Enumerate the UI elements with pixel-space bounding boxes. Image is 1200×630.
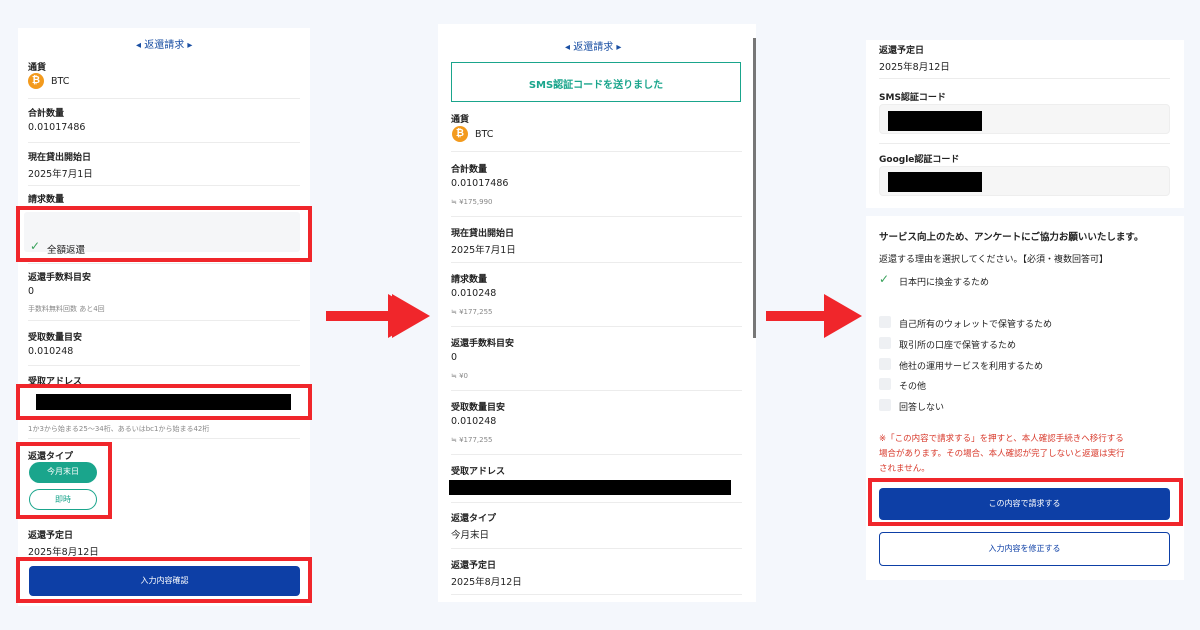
return-date-value: 2025年8月12日 <box>879 62 950 73</box>
divider <box>451 262 742 263</box>
divider <box>451 502 742 503</box>
divider <box>451 326 742 327</box>
fee-label: 返還手数料目安 <box>28 273 92 283</box>
start-date-value: 2025年7月1日 <box>451 245 516 256</box>
checkbox[interactable] <box>879 358 891 370</box>
divider <box>451 454 742 455</box>
request-amount-label: 請求数量 <box>28 195 65 205</box>
currency-label: 通貨 <box>28 63 47 73</box>
currency-value: BTC <box>475 129 494 140</box>
highlight-return-type <box>16 442 112 519</box>
divider <box>451 390 742 391</box>
highlight-confirm-button <box>16 557 312 603</box>
address-label: 受取アドレス <box>451 467 506 477</box>
btc-icon: ₿ <box>452 126 468 142</box>
google-code-label: Google認証コード <box>879 155 960 165</box>
sms-code-label: SMS認証コード <box>879 93 946 103</box>
total-value: 0.01017486 <box>28 122 86 133</box>
receive-amount-label: 受取数量目安 <box>28 333 83 343</box>
divider <box>451 594 742 595</box>
total-value: 0.01017486 <box>451 178 509 189</box>
return-type-value: 今月末日 <box>451 530 490 541</box>
sms-notice-text: SMS認証コードを送りました <box>528 80 664 91</box>
survey-option[interactable]: 取引所の口座で保管するため <box>899 338 1016 351</box>
sms-code-redacted <box>888 111 982 131</box>
survey-option[interactable]: その他 <box>899 379 926 392</box>
checkbox[interactable] <box>879 337 891 349</box>
return-date-label: 返還予定日 <box>28 531 74 541</box>
checkbox[interactable] <box>879 399 891 411</box>
return-date-value: 2025年8月12日 <box>451 577 522 588</box>
checkbox[interactable] <box>879 378 891 390</box>
warning-line-3: されません。 <box>879 464 930 474</box>
fee-value: 0 <box>28 286 35 297</box>
survey-option[interactable]: 回答しない <box>899 400 944 413</box>
start-date-label: 現在貸出開始日 <box>451 229 515 239</box>
start-date-value: 2025年7月1日 <box>28 169 93 180</box>
receive-amount-label: 受取数量目安 <box>451 403 506 413</box>
fee-note: 手数料無料回数 あと4回 <box>28 305 105 313</box>
receive-amount-value: 0.010248 <box>451 416 497 427</box>
divider <box>879 78 1170 79</box>
return-type-label: 返還タイプ <box>451 514 497 524</box>
divider <box>451 216 742 217</box>
google-code-redacted <box>888 172 982 192</box>
return-date-value: 2025年8月12日 <box>28 547 99 558</box>
divider <box>28 185 300 186</box>
check-icon: ✓ <box>879 272 890 286</box>
highlight-request-amount <box>16 206 312 262</box>
start-date-label: 現在貸出開始日 <box>28 153 92 163</box>
divider <box>28 142 300 143</box>
panel-title: ◂ 返還請求 ▸ <box>565 42 622 53</box>
warning-line-1: ※「この内容で請求する」を押すと、本人確認手続きへ移行する <box>879 434 1124 444</box>
total-label: 合計数量 <box>28 109 65 119</box>
survey-option[interactable]: 自己所有のウォレットで保管するため <box>899 317 1052 330</box>
panel-title: ◂ 返還請求 ▸ <box>136 40 193 51</box>
arrow-right-icon <box>326 294 430 338</box>
sms-notice-box: SMS認証コードを送りました <box>451 62 741 102</box>
highlight-address <box>16 384 312 420</box>
warning-line-2: 場合があります。その場合、本人確認が完了しないと返還は実行 <box>879 449 1125 459</box>
request-amount-value: 0.010248 <box>451 288 497 299</box>
edit-input-button[interactable]: 入力内容を修正する <box>879 532 1170 566</box>
divider <box>451 151 742 152</box>
total-label: 合計数量 <box>451 165 488 175</box>
divider <box>879 143 1170 144</box>
receive-amount-jpy: ≒ ¥177,255 <box>451 436 493 444</box>
fee-value: 0 <box>451 352 458 363</box>
divider <box>28 320 300 321</box>
btc-icon: ₿ <box>28 73 44 89</box>
survey-option[interactable]: 日本円に換金するため <box>899 275 989 288</box>
divider <box>28 98 300 99</box>
currency-label: 通貨 <box>451 115 470 125</box>
sms-confirm-panel: ◂ 返還請求 ▸ SMS認証コードを送りました 通貨 ₿ BTC 合計数量 0.… <box>438 24 756 602</box>
divider <box>28 263 300 264</box>
auth-section: 返還予定日 2025年8月12日 SMS認証コード Google認証コード <box>866 40 1184 208</box>
return-form-panel: ◂ 返還請求 ▸ 通貨 ₿ BTC 合計数量 0.01017486 現在貸出開始… <box>18 28 310 606</box>
divider <box>28 365 300 366</box>
divider <box>28 438 300 439</box>
total-jpy: ≒ ¥175,990 <box>451 198 493 206</box>
checkbox[interactable] <box>879 316 891 328</box>
fee-label: 返還手数料目安 <box>451 339 515 349</box>
receive-amount-value: 0.010248 <box>28 346 74 357</box>
scrollbar[interactable] <box>753 38 756 338</box>
survey-title: サービス向上のため、アンケートにご協力お願いいたします。 <box>879 232 1144 243</box>
arrow-right-icon <box>766 294 862 338</box>
return-date-label: 返還予定日 <box>879 46 925 56</box>
address-redacted <box>449 480 731 495</box>
address-note: 1か3から始まる25〜34桁、あるいはbc1から始まる42桁 <box>28 425 210 433</box>
fee-jpy: ≒ ¥0 <box>451 372 469 380</box>
return-date-label: 返還予定日 <box>451 561 497 571</box>
survey-option[interactable]: 他社の運用サービスを利用するため <box>899 359 1043 372</box>
survey-instruction: 返還する理由を選択してください。【必須・複数回答可】 <box>879 255 1108 265</box>
highlight-submit-button <box>868 478 1183 526</box>
request-amount-label: 請求数量 <box>451 275 488 285</box>
request-amount-jpy: ≒ ¥177,255 <box>451 308 493 316</box>
divider <box>451 548 742 549</box>
currency-value: BTC <box>51 76 70 87</box>
